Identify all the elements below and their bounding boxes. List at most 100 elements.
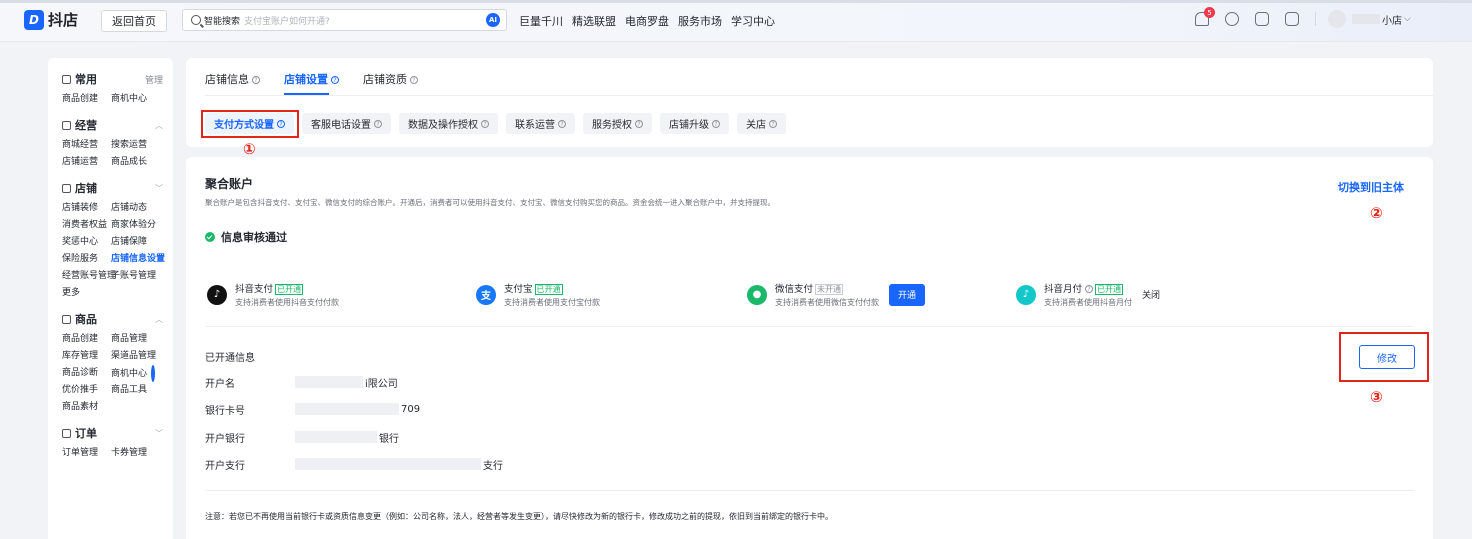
sidebar-section-goods[interactable]: 商品 ︿ <box>62 310 163 328</box>
help-icon[interactable]: ? <box>481 119 489 128</box>
section-items: 商品创建 商机中心 <box>62 91 163 108</box>
tabs-divider <box>205 95 1433 96</box>
annotation-number-3: ③ <box>1370 388 1383 406</box>
nav-fuwu-shichang[interactable]: 服务市场 <box>678 13 722 29</box>
sidebar-item[interactable]: 店铺装修 <box>62 200 111 217</box>
sidebar-item[interactable]: 子账号管理 <box>111 268 171 285</box>
sidebar-item[interactable]: 消费者权益 <box>62 217 111 234</box>
logo[interactable]: D 抖店 <box>24 9 78 30</box>
nav-xuexi-zhongxin[interactable]: 学习中心 <box>731 13 775 29</box>
sidebar-item[interactable]: 店铺保障 <box>111 234 171 251</box>
sidebar-item[interactable]: 商品诊断 <box>62 365 111 382</box>
tab-store-settings[interactable]: 店铺设置? <box>284 71 339 95</box>
payment-description: 支持消费者使用抖音支付付款 <box>235 298 339 307</box>
help-icon[interactable]: ? <box>635 119 643 128</box>
sidebar-item[interactable]: 商品素材 <box>62 399 111 416</box>
sidebar-item[interactable]: 商家体验分 <box>111 217 171 234</box>
tab-label: 店铺资质 <box>363 73 407 86</box>
douyin-monthly-icon: ♪ <box>1016 284 1036 305</box>
sidebar-item[interactable]: 商品创建 <box>62 331 111 348</box>
back-home-button[interactable]: 返回首页 <box>101 10 167 32</box>
sidebar-item[interactable]: 奖惩中心 <box>62 234 111 251</box>
chevron-down-icon[interactable]: ⌵ <box>1404 14 1411 24</box>
sidebar-item[interactable]: 库存管理 <box>62 348 111 365</box>
layout-icon[interactable] <box>1285 12 1299 26</box>
logo-icon: D <box>24 9 44 30</box>
info-label: 开户名 <box>205 378 235 390</box>
chevron-down-icon[interactable]: ﹀ <box>155 428 163 439</box>
card-title: 聚合账户 <box>205 177 254 191</box>
tab-label: 店铺信息 <box>205 73 249 86</box>
section-title: 经营 <box>75 119 97 132</box>
sidebar-item[interactable]: 保险服务 <box>62 251 111 268</box>
help-icon[interactable]: ? <box>558 119 566 128</box>
tab-contact-operations[interactable]: 联系运营? <box>506 113 575 134</box>
sidebar-section-store[interactable]: 店铺 ﹀ <box>62 179 163 197</box>
sidebar-item[interactable]: 商品工具 <box>111 382 171 399</box>
close-monthly-pay-link[interactable]: 关闭 <box>1142 288 1160 301</box>
tab-data-authorization[interactable]: 数据及操作授权? <box>399 113 498 134</box>
help-icon[interactable]: ? <box>712 119 720 128</box>
section-icon <box>62 74 71 84</box>
sidebar-item[interactable]: 渠道品管理 <box>111 348 171 365</box>
info-label: 银行卡号 <box>205 405 245 417</box>
info-row-bank: 开户银行 银行 <box>205 429 399 445</box>
support-icon[interactable] <box>1225 12 1239 26</box>
chevron-up-icon[interactable]: ︿ <box>155 314 163 325</box>
sidebar-item[interactable]: 商城经营 <box>62 137 111 154</box>
sidebar-item[interactable]: 搜索运营 <box>111 137 171 154</box>
help-icon[interactable]: ? <box>1085 285 1094 293</box>
tab-store-info[interactable]: 店铺信息? <box>205 71 260 95</box>
help-icon[interactable]: ? <box>331 76 339 84</box>
payment-description: 支持消费者使用支付宝付款 <box>504 298 600 307</box>
sidebar-item[interactable]: 商品成长 <box>111 154 171 171</box>
sidebar-item-active[interactable]: 店铺信息设置 <box>111 251 171 268</box>
nav-juliang-qianchuan[interactable]: 巨量千川 <box>519 13 563 29</box>
sidebar-item[interactable]: 商品管理 <box>111 331 171 348</box>
tab-service-phone[interactable]: 客服电话设置? <box>302 113 391 134</box>
help-icon[interactable]: ? <box>769 119 777 128</box>
nav-dianshang-luopan[interactable]: 电商罗盘 <box>625 13 669 29</box>
user-name[interactable]: 小店 <box>1382 12 1402 27</box>
notification-badge: 5 <box>1204 7 1215 18</box>
sidebar-section-common[interactable]: 常用 管理 <box>62 70 163 88</box>
sidebar-section-business[interactable]: 经营 ︿ <box>62 116 163 134</box>
notice-text: 注意：若您已不再使用当前银行卡或资质信息变更（例如：公司名称，法人，经营者等发生… <box>205 512 833 521</box>
tab-store-qualification[interactable]: 店铺资质? <box>363 71 418 95</box>
sidebar-item[interactable]: 店铺运营 <box>62 154 111 171</box>
help-icon[interactable]: ? <box>374 119 382 128</box>
alipay-icon: 支 <box>476 284 496 305</box>
logo-text: 抖店 <box>48 11 79 29</box>
bell-icon[interactable]: 5 <box>1195 7 1215 26</box>
switch-old-entity-link[interactable]: 切换到旧主体 <box>1338 179 1404 195</box>
sidebar-item[interactable]: 经营账号管理 <box>62 268 116 285</box>
sidebar-item[interactable]: 商品创建 <box>62 91 111 108</box>
chevron-up-icon[interactable]: ︿ <box>155 120 163 131</box>
ai-icon[interactable]: AI <box>486 13 500 27</box>
top-stripe <box>0 0 1472 3</box>
tab-service-authorization[interactable]: 服务授权? <box>583 113 652 134</box>
info-row-branch: 开户支行 支行 <box>205 456 503 472</box>
sidebar-item[interactable]: 店铺动态 <box>111 200 171 217</box>
search-input[interactable]: 智能搜索 支付宝账户如何开通? AI <box>182 9 507 31</box>
tab-close-store[interactable]: 关店? <box>737 113 786 134</box>
section-icon <box>62 428 71 438</box>
payment-description: 支持消费者使用抖音月付 <box>1044 298 1132 307</box>
masked-value <box>295 376 363 388</box>
nav-jingxuan-lianmeng[interactable]: 精选联盟 <box>572 13 616 29</box>
download-icon[interactable] <box>1255 12 1269 26</box>
help-icon[interactable]: ? <box>252 76 260 84</box>
open-wechat-pay-button[interactable]: 开通 <box>889 283 925 306</box>
sidebar-item-with-dot[interactable]: 商机中心 <box>111 365 171 382</box>
sidebar-item[interactable]: 优价推手 <box>62 382 111 399</box>
help-icon[interactable]: ? <box>410 76 418 84</box>
chevron-down-icon[interactable]: ﹀ <box>155 183 163 194</box>
manage-link[interactable]: 管理 <box>145 73 163 86</box>
sidebar-item[interactable]: 订单管理 <box>62 445 111 462</box>
avatar[interactable] <box>1328 10 1346 28</box>
tab-store-upgrade[interactable]: 店铺升级? <box>660 113 729 134</box>
sidebar-section-orders[interactable]: 订单 ﹀ <box>62 424 163 442</box>
sidebar-item-more[interactable]: 更多 <box>62 285 111 302</box>
sidebar-item[interactable]: 卡券管理 <box>111 445 171 462</box>
sidebar-item[interactable]: 商机中心 <box>111 91 171 108</box>
